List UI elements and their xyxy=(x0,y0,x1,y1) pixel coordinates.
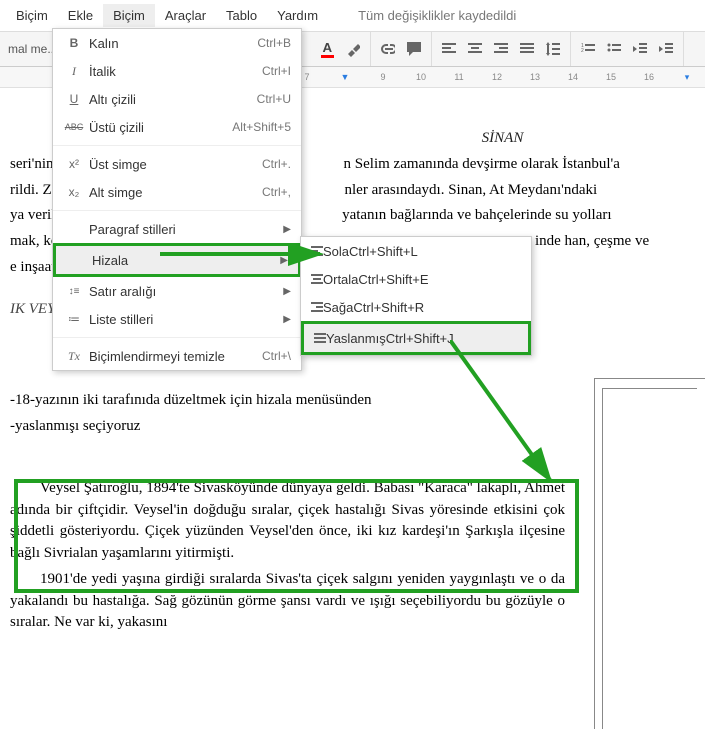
doc-title-frag: SİNAN xyxy=(310,128,695,150)
menu-sub[interactable]: x₂Alt simgeCtrl+, xyxy=(53,178,301,206)
indent-button[interactable] xyxy=(653,36,679,62)
bulleted-list-button[interactable] xyxy=(601,36,627,62)
doc-body1: Veysel Şatıroğlu, 1894'te Sivasköyünde d… xyxy=(10,478,565,565)
menu-paragraph-styles[interactable]: Paragraf stilleri▶ xyxy=(53,210,301,243)
menu-underline[interactable]: UAltı çiziliCtrl+U xyxy=(53,85,301,113)
menu-super[interactable]: x²Üst simgeCtrl+. xyxy=(53,145,301,178)
align-right-button[interactable] xyxy=(488,36,514,62)
numbered-list-button[interactable]: 12 xyxy=(575,36,601,62)
svg-text:2: 2 xyxy=(581,48,584,54)
menu-clear-formatting[interactable]: TxBiçimlendirmeyi temizleCtrl+\ xyxy=(53,337,301,370)
menu-line-spacing[interactable]: ↕≡Satır aralığı▶ xyxy=(53,277,301,305)
menu-strike[interactable]: ABCÜstü çiziliAlt+Shift+5 xyxy=(53,113,301,141)
menu-bicim-active[interactable]: Biçim xyxy=(103,4,155,27)
menu-yardim[interactable]: Yardım xyxy=(267,4,328,27)
doc-body2: 1901'de yedi yaşına girdiği sıralarda Si… xyxy=(10,569,565,634)
text-color-button[interactable]: A xyxy=(314,36,340,62)
format-dropdown: BKalınCtrl+B IİtalikCtrl+I UAltı çiziliC… xyxy=(52,28,302,371)
menu-araclar[interactable]: Araçlar xyxy=(155,4,216,27)
menu-align[interactable]: Hizala▶ xyxy=(53,243,301,277)
menu-tablo[interactable]: Tablo xyxy=(216,4,267,27)
line-spacing-button[interactable] xyxy=(540,36,566,62)
align-justify[interactable]: YaslanmışCtrl+Shift+J xyxy=(301,321,531,355)
align-center-button[interactable] xyxy=(462,36,488,62)
link-button[interactable] xyxy=(375,36,401,62)
highlight-button[interactable] xyxy=(340,36,366,62)
align-center[interactable]: OrtalaCtrl+Shift+E xyxy=(301,265,531,293)
align-left[interactable]: SolaCtrl+Shift+L xyxy=(301,237,531,265)
menu-list-styles[interactable]: ≔Liste stilleri▶ xyxy=(53,305,301,333)
page-edge-inner xyxy=(602,388,697,729)
align-justify-button[interactable] xyxy=(514,36,540,62)
instruction-text: -18-yazının iki tarafınıda düzeltmek içi… xyxy=(10,390,695,438)
outdent-button[interactable] xyxy=(627,36,653,62)
menu-bold[interactable]: BKalınCtrl+B xyxy=(53,29,301,57)
align-submenu: SolaCtrl+Shift+L OrtalaCtrl+Shift+E Sağa… xyxy=(300,236,532,356)
save-status: Tüm değişiklikler kaydedildi xyxy=(348,4,526,27)
menu-bicim[interactable]: Biçim xyxy=(6,4,58,27)
comment-button[interactable] xyxy=(401,36,427,62)
menu-italic[interactable]: IİtalikCtrl+I xyxy=(53,57,301,85)
menu-ekle[interactable]: Ekle xyxy=(58,4,103,27)
align-left-button[interactable] xyxy=(436,36,462,62)
align-right[interactable]: SağaCtrl+Shift+R xyxy=(301,293,531,321)
